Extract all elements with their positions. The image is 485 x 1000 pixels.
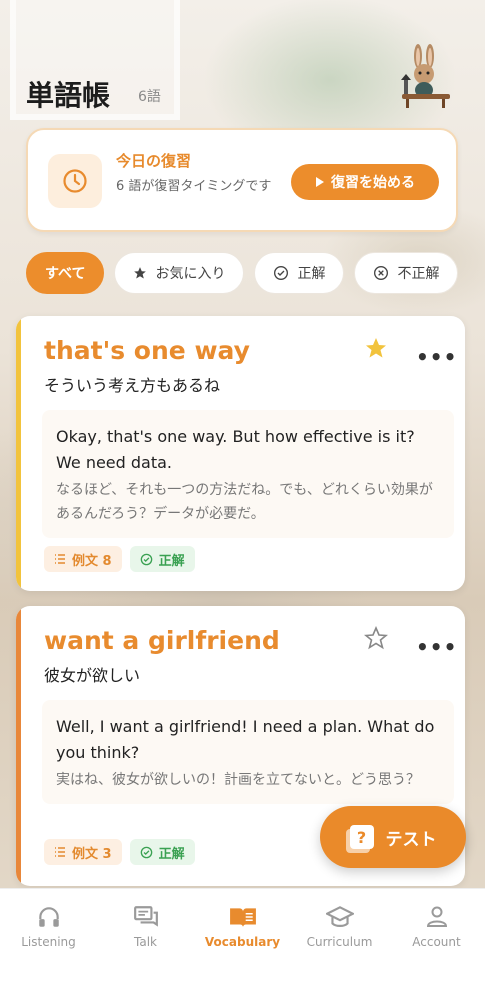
- review-subtitle: 6 語が復習タイミングです: [116, 179, 272, 194]
- vocab-meaning: 彼女が欲しい: [44, 666, 141, 685]
- page-title: 単語帳: [26, 79, 111, 112]
- favorite-star-icon[interactable]: [364, 336, 388, 360]
- nav-curriculum-label: Curriculum: [306, 935, 373, 949]
- filter-correct[interactable]: 正解: [254, 252, 345, 294]
- filter-bar: すべて お気に入り 正解 不正解: [26, 252, 459, 294]
- play-icon: [316, 177, 324, 187]
- test-button-label: テスト: [385, 829, 437, 850]
- chat-icon: [133, 906, 158, 927]
- status-label: 正解: [158, 553, 185, 569]
- person-icon: [426, 906, 447, 927]
- nav-curriculum[interactable]: Curriculum: [291, 903, 388, 949]
- nav-listening[interactable]: Listening: [0, 903, 97, 949]
- review-title: 今日の復習: [116, 152, 192, 170]
- example-count: 例文 3: [72, 846, 112, 862]
- example-count-badge: 例文 8: [44, 546, 122, 572]
- example-english: Okay, that's one way. But how effective …: [56, 427, 415, 472]
- nav-talk[interactable]: Talk: [97, 903, 194, 949]
- list-icon: [55, 554, 65, 564]
- check-circle-icon: [274, 266, 289, 280]
- vocab-word: that's one way: [44, 336, 250, 365]
- filter-favorites[interactable]: お気に入り: [114, 252, 245, 294]
- filter-all-label: すべて: [45, 266, 86, 282]
- nav-talk-label: Talk: [134, 935, 157, 949]
- check-circle-icon: [140, 846, 152, 858]
- start-review-label: 復習を始める: [331, 175, 415, 191]
- example-japanese: 実はね、彼女が欲しいの！計画を立てないと。どう思う？: [56, 772, 420, 788]
- check-circle-icon: [140, 553, 152, 565]
- status-badge: 正解: [129, 546, 195, 572]
- nav-account[interactable]: Account: [388, 903, 485, 949]
- nav-vocabulary[interactable]: Vocabulary: [194, 903, 291, 949]
- star-icon: [134, 267, 147, 279]
- vocab-meaning: そういう考え方もあるね: [44, 376, 221, 395]
- nav-vocabulary-label: Vocabulary: [204, 935, 281, 949]
- test-button[interactable]: ? テスト: [320, 806, 466, 868]
- card-badges: 例文 8 正解: [44, 546, 195, 572]
- filter-all[interactable]: すべて: [26, 252, 105, 294]
- list-icon: [55, 847, 65, 857]
- example-box: Well, I want a girlfriend! I need a plan…: [42, 700, 454, 804]
- start-review-button[interactable]: 復習を始める: [291, 164, 439, 200]
- clock-icon: [48, 154, 102, 208]
- card-badges: 例文 3 正解: [44, 839, 195, 865]
- example-count: 例文 8: [72, 553, 112, 569]
- nav-account-label: Account: [412, 935, 461, 949]
- filter-incorrect-label: 不正解: [397, 266, 440, 282]
- book-icon: [229, 908, 256, 927]
- nav-listening-label: Listening: [21, 935, 76, 949]
- status-badge: 正解: [129, 839, 195, 865]
- example-japanese: なるほど、それも一つの方法だね。でも、どれくらい効果があるんだろう？データが必要…: [56, 482, 433, 522]
- rabbit-mascot-icon: [401, 44, 450, 108]
- filter-incorrect[interactable]: 不正解: [354, 252, 459, 294]
- favorite-star-outline-icon[interactable]: [364, 626, 388, 650]
- vocab-card[interactable]: that's one way ••• そういう考え方もあるね Okay, tha…: [16, 316, 465, 591]
- status-label: 正解: [158, 846, 185, 862]
- example-count-badge: 例文 3: [44, 839, 122, 865]
- word-count: 6語: [138, 89, 161, 105]
- more-options-icon[interactable]: •••: [416, 347, 457, 367]
- filter-favorites-label: お気に入り: [155, 266, 226, 282]
- headphones-icon: [38, 907, 59, 927]
- x-circle-icon: [374, 266, 389, 280]
- more-options-icon[interactable]: •••: [416, 637, 457, 657]
- review-card: 今日の復習 6 語が復習タイミングです 復習を始める: [26, 128, 458, 232]
- filter-correct-label: 正解: [297, 266, 326, 282]
- card-accent-bar: [16, 606, 21, 886]
- card-accent-bar: [16, 316, 21, 591]
- example-english: Well, I want a girlfriend! I need a plan…: [56, 717, 435, 762]
- question-icon: ?: [349, 825, 374, 849]
- bottom-nav: Listening Talk Vocabulary Curriculum Acc…: [0, 888, 485, 1000]
- example-box: Okay, that's one way. But how effective …: [42, 410, 454, 538]
- graduation-cap-icon: [325, 906, 354, 927]
- vocab-word: want a girlfriend: [44, 626, 280, 655]
